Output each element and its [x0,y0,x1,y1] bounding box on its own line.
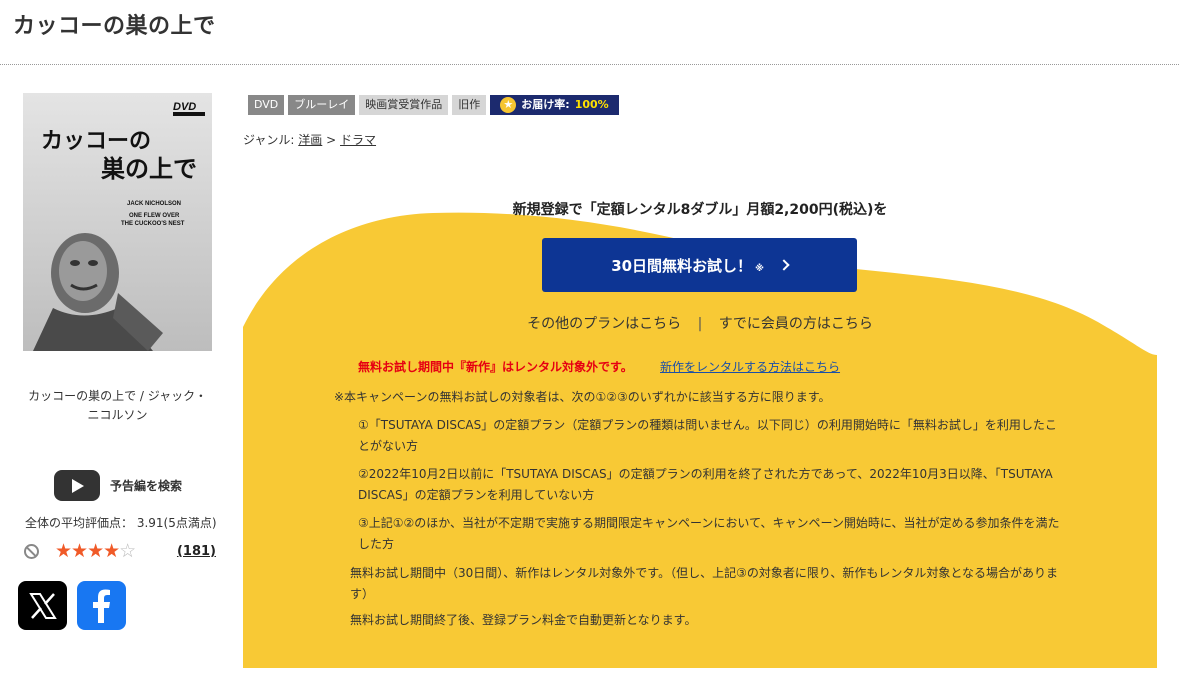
review-count[interactable]: (181) [177,544,216,559]
genre-label: ジャンル: [243,133,295,147]
filled-stars: ★★★★ [55,540,120,562]
average-rating-text: 全体の平均評価点： 3.91(5点満点) [25,516,217,530]
jacket-cast: JACK NICHOLSON [127,201,181,207]
new-release-notice: 無料お試し期間中『新作』はレンタル対象外です。 [358,360,633,374]
empty-star: ☆ [119,540,136,562]
share-x-button[interactable] [18,581,67,630]
genre-breadcrumb: ジャンル: 洋画 > ドラマ [243,131,376,148]
chevron-right-icon [778,259,790,271]
trailer-search-label: 予告編を検索 [110,479,183,493]
delivery-rate-value: 100% [574,98,609,111]
tag-bluray: ブルーレイ [288,95,356,115]
x-logo-icon [28,592,57,619]
trial-period-note: 無料お試し期間中（30日間）、新作はレンタル対象外です。（但し、上記③の対象者に… [350,566,1058,601]
jacket-caption: カッコーの巣の上で / ジャック・ニコルソン [28,389,207,422]
dvd-jacket-image[interactable]: DVD カッコーの 巣の上で JACK NICHOLSON ONE FLEW O… [23,93,212,351]
tag-award: 映画賞受賞作品 [359,95,449,115]
page-title: カッコーの巣の上で [13,14,216,39]
free-trial-button[interactable]: 30日間無料お試し！ ※ [542,238,857,292]
youtube-play-icon [54,470,100,501]
genre-link-western[interactable]: 洋画 [298,133,322,147]
tag-dvd: DVD [248,95,285,115]
eligibility-condition-1: ①「TSUTAYA DISCAS」の定額プラン（定額プランの種類は問いません。以… [358,418,1057,453]
jacket-title-line2: 巣の上で [100,155,197,183]
tag-list: DVD ブルーレイ 映画賞受賞作品 旧作 ★ お届け率: 100% [248,95,619,115]
genre-link-drama[interactable]: ドラマ [340,133,376,147]
share-facebook-button[interactable] [77,581,126,630]
star-badge-icon: ★ [500,97,517,113]
dvd-logo-text: DVD [173,101,196,113]
new-release-rental-link[interactable]: 新作をレンタルする方法はこちら [660,358,840,375]
facebook-logo-icon [92,589,110,623]
delivery-rate-label: お届け率: [521,98,570,111]
jacket-en-title-2: THE CUCKOO'S NEST [121,221,185,227]
review-count-link[interactable]: (181) [177,544,216,559]
trailer-search-button[interactable]: 予告編を検索 [54,470,182,501]
eligibility-condition-3: ③上記①②のほか、当社が不定期で実施する期間限定キャンペーンにおいて、キャンペー… [358,516,1060,551]
other-plans-link[interactable]: その他のプランはこちら [527,316,681,332]
eligibility-condition-2: ②2022年10月2日以前に「TSUTAYA DISCAS」の定額プランの利用を… [358,467,1053,502]
genre-separator: > [326,133,337,147]
jacket-en-title-1: ONE FLEW OVER [129,213,180,219]
auto-renewal-note: 無料お試し期間終了後、登録プラン料金で自動更新となります。 [350,613,697,627]
link-separator: | [697,316,703,332]
rating-row: ★★★★☆ (181) [24,541,216,561]
free-trial-button-label: 30日間無料お試し！ [611,256,753,275]
header-divider [0,64,1179,65]
campaign-lead-text: 新規登録で「定額レンタル8ダブル」月額2,200円(税込)を [512,202,888,218]
free-trial-note-mark: ※ [755,264,764,274]
delivery-rate-badge: ★ お届け率: 100% [490,95,619,115]
plan-links: その他のプランはこちら | すでに会員の方はこちら [243,313,1157,333]
rating-stars: ★★★★☆ [55,540,136,562]
tag-old-release: 旧作 [452,95,487,115]
member-login-link[interactable]: すでに会員の方はこちら [719,316,873,332]
eligibility-caution: ※本キャンペーンの無料お試しの対象者は、次の①②③のいずれかに該当する方に限りま… [334,390,831,404]
jacket-title-line1: カッコーの [41,129,151,154]
not-interested-icon[interactable] [24,543,39,559]
